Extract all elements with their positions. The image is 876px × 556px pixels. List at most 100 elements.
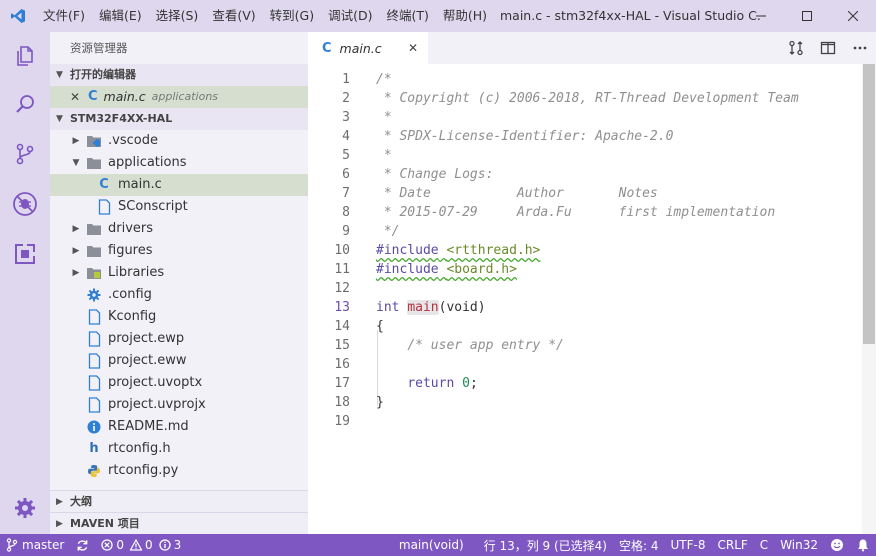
scope-item[interactable]: main(void) — [393, 534, 478, 556]
editor-actions — [780, 32, 876, 64]
outline-header[interactable]: ▶ 大纲 — [50, 490, 308, 512]
menu-item-2[interactable]: 选择(S) — [149, 0, 206, 32]
close-window-button[interactable] — [830, 0, 876, 32]
activity-bar — [0, 32, 50, 534]
tree-item-main-c[interactable]: Cmain.c — [50, 174, 308, 196]
feedback-icon[interactable] — [824, 534, 850, 556]
line-number: 6 — [342, 167, 350, 182]
folder-icon — [84, 221, 104, 237]
code-editor[interactable]: 1 /* 2 * Copyright (c) 2006-2018, RT-Threa… — [308, 64, 862, 534]
vscode-folder-icon — [84, 133, 104, 149]
menu-item-6[interactable]: 终端(T) — [379, 0, 435, 32]
search-icon[interactable] — [0, 80, 50, 128]
minimize-button[interactable] — [738, 0, 784, 32]
encoding-item[interactable]: UTF-8 — [665, 534, 712, 556]
branch-item[interactable]: master — [0, 534, 70, 556]
info-count: 3 — [173, 538, 182, 552]
tab-main-c[interactable]: C main.c ✕ — [308, 32, 428, 64]
line-source: * Change Logs: — [383, 167, 494, 182]
tree-item-kconfig[interactable]: Kconfig — [50, 306, 308, 328]
menu-item-1[interactable]: 编辑(E) — [92, 0, 149, 32]
code-line: 1 /* — [308, 70, 862, 89]
tree-item-label: rtconfig.h — [108, 441, 171, 456]
tree-item-readme-md[interactable]: README.md — [50, 416, 308, 438]
close-icon[interactable]: ✕ — [70, 86, 88, 108]
line-number: 5 — [342, 148, 350, 163]
indentation-item[interactable]: 空格: 4 — [613, 534, 665, 556]
platform-item[interactable]: Win32 — [774, 534, 824, 556]
code-line: 12 — [308, 279, 862, 298]
c-file-icon: C — [322, 40, 332, 56]
tree-item-label: project.uvprojx — [108, 397, 206, 412]
editor-scrollbar[interactable] — [862, 64, 876, 534]
info-icon — [158, 539, 171, 551]
language-mode[interactable]: C — [754, 534, 774, 556]
tree-item-project-eww[interactable]: project.eww — [50, 350, 308, 372]
tab-close-icon[interactable]: ✕ — [408, 32, 418, 64]
chevron-right-icon: ▶ — [72, 136, 80, 146]
tree-item-project-uvoptx[interactable]: project.uvoptx — [50, 372, 308, 394]
line-number: 11 — [334, 262, 350, 277]
more-actions-icon[interactable] — [844, 32, 876, 64]
menu-item-3[interactable]: 查看(V) — [205, 0, 262, 32]
line-number: 19 — [334, 414, 350, 429]
menu-item-5[interactable]: 调试(D) — [321, 0, 379, 32]
code-line: 19 — [308, 412, 862, 431]
tree-item-applications[interactable]: ▼ applications — [50, 152, 308, 174]
code-line: 13 int main(void) — [308, 298, 862, 317]
maven-header[interactable]: ▶ MAVEN 项目 — [50, 512, 308, 534]
menu-item-4[interactable]: 转到(G) — [263, 0, 321, 32]
code-line: 5 * — [308, 146, 862, 165]
problems-item[interactable]: 0 0 3 — [95, 534, 187, 556]
notifications-icon[interactable] — [850, 534, 876, 556]
tree-item-label: Libraries — [108, 265, 165, 280]
menu-item-0[interactable]: 文件(F) — [36, 0, 92, 32]
tree-item-config[interactable]: .config — [50, 284, 308, 306]
menu-item-7[interactable]: 帮助(H) — [436, 0, 494, 32]
tree-item-label: project.ewp — [108, 331, 185, 346]
chevron-down-icon: ▼ — [72, 158, 80, 168]
code-line: 18} — [308, 393, 862, 412]
split-editor-icon[interactable] — [812, 32, 844, 64]
line-number: 2 — [342, 91, 350, 106]
tree-item-vscode[interactable]: ▶ .vscode — [50, 130, 308, 152]
line-source: /* — [376, 72, 392, 87]
file-icon — [84, 309, 104, 325]
open-changes-icon[interactable] — [780, 32, 812, 64]
sidebar-title: 资源管理器 — [70, 41, 128, 55]
source-control-icon[interactable] — [0, 130, 50, 178]
sync-item[interactable] — [70, 534, 95, 556]
readme-info-icon — [84, 419, 104, 435]
tree-item-drivers[interactable]: ▶ drivers — [50, 218, 308, 240]
tree-item-libraries[interactable]: ▶ Libraries — [50, 262, 308, 284]
open-editors-header[interactable]: ▼ 打开的编辑器 — [50, 64, 308, 86]
tree-item-rtconfig-h[interactable]: h rtconfig.h — [50, 438, 308, 460]
maximize-button[interactable] — [784, 0, 830, 32]
code-line: 16 — [308, 355, 862, 374]
settings-gear-icon[interactable] — [0, 484, 50, 532]
tree-item-label: Kconfig — [108, 309, 157, 324]
tree-item-label: project.uvoptx — [108, 375, 203, 390]
open-editor-name: main.c — [103, 89, 146, 104]
code-line: 3 * — [308, 108, 862, 127]
line-number: 10 — [334, 243, 350, 258]
chevron-right-icon: ▶ — [72, 224, 80, 234]
tree-item-label: .vscode — [108, 133, 158, 148]
eol-item[interactable]: CRLF — [711, 534, 753, 556]
project-header[interactable]: ▼ STM32F4XX-HAL — [50, 108, 308, 130]
tree-item-figures[interactable]: ▶ figures — [50, 240, 308, 262]
tree-item-sconscript[interactable]: SConscript — [50, 196, 308, 218]
tree-item-project-ewp[interactable]: project.ewp — [50, 328, 308, 350]
tree-item-label: rtconfig.py — [108, 463, 179, 478]
open-editor-item[interactable]: ✕ C main.c applications — [50, 86, 308, 108]
tree-item-project-uvprojx[interactable]: project.uvprojx — [50, 394, 308, 416]
open-editors-label: 打开的编辑器 — [70, 68, 136, 81]
code-line: 7 * Date Author Notes — [308, 184, 862, 203]
scrollbar-thumb[interactable] — [863, 64, 875, 344]
window-controls — [738, 0, 876, 32]
cursor-position[interactable]: 行 13，列 9 (已选择4) — [478, 534, 613, 556]
explorer-icon[interactable] — [0, 32, 50, 80]
extensions-icon[interactable] — [0, 230, 50, 278]
tree-item-rtconfig-py[interactable]: rtconfig.py — [50, 460, 308, 482]
debug-icon[interactable] — [0, 180, 50, 228]
